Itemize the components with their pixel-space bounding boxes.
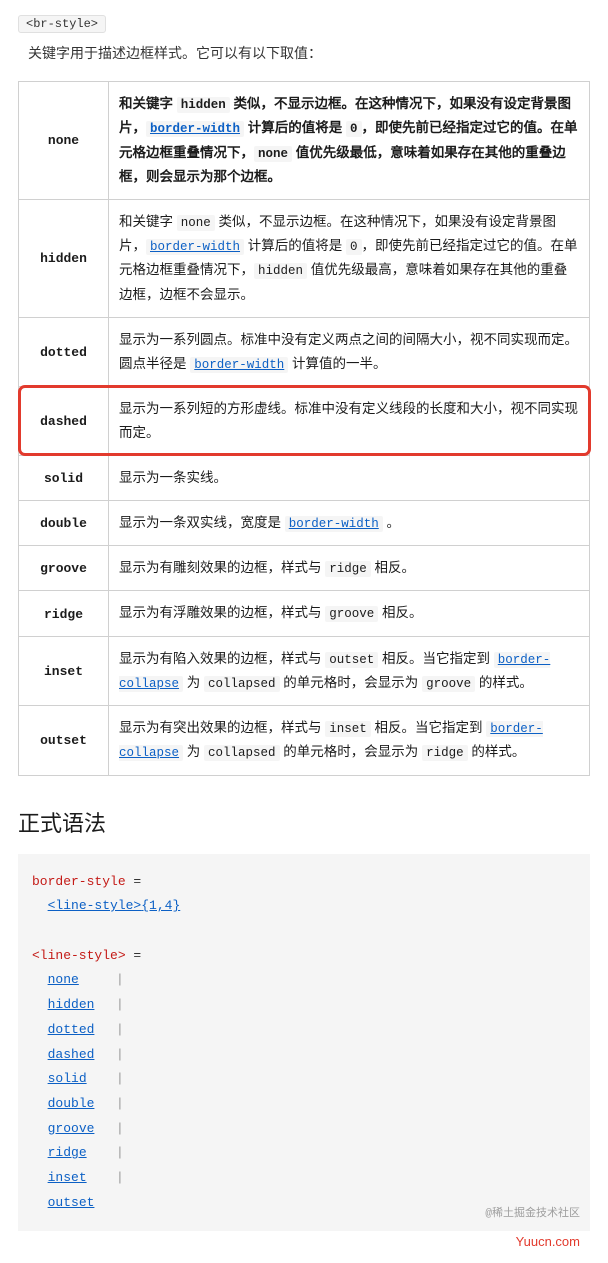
- watermark: Yuucn.com: [516, 1234, 580, 1249]
- value-description: 显示为有突出效果的边框，样式与 inset 相反。当它指定到 border-co…: [109, 706, 590, 776]
- table-row: dotted显示为一系列圆点。标准中没有定义两点之间的间隔大小，视不同实现而定。…: [19, 317, 590, 386]
- value-key: groove: [19, 546, 109, 591]
- pipe-icon: |: [116, 972, 124, 987]
- table-row: dashed显示为一系列短的方形虚线。标准中没有定义线段的长度和大小，视不同实现…: [19, 386, 590, 455]
- table-row: ridge显示为有浮雕效果的边框，样式与 groove 相反。: [19, 591, 590, 636]
- table-row: hidden和关键字 none 类似，不显示边框。在这种情况下，如果没有设定背景…: [19, 199, 590, 317]
- syntax-option[interactable]: groove: [48, 1121, 95, 1136]
- syntax-option[interactable]: ridge: [48, 1145, 87, 1160]
- table-row: outset显示为有突出效果的边框，样式与 inset 相反。当它指定到 bor…: [19, 706, 590, 776]
- description-text: 关键字用于描述边框样式。它可以有以下取值：: [28, 43, 590, 63]
- value-key: double: [19, 500, 109, 545]
- value-key: ridge: [19, 591, 109, 636]
- value-key: dotted: [19, 317, 109, 386]
- values-table: none和关键字 hidden 类似，不显示边框。在这种情况下，如果没有设定背景…: [18, 81, 590, 776]
- pipe-icon: |: [116, 1071, 124, 1086]
- syntax-link[interactable]: <line-style>: [48, 898, 142, 913]
- value-key: none: [19, 82, 109, 200]
- table-row: solid显示为一条实线。: [19, 455, 590, 500]
- syntax-option[interactable]: solid: [48, 1071, 87, 1086]
- doc-link[interactable]: border-width: [146, 121, 244, 137]
- value-description: 显示为一条双实线，宽度是 border-width 。: [109, 500, 590, 545]
- value-description: 和关键字 hidden 类似，不显示边框。在这种情况下，如果没有设定背景图片，b…: [109, 82, 590, 200]
- syntax-option[interactable]: inset: [48, 1170, 87, 1185]
- value-description: 显示为一条实线。: [109, 455, 590, 500]
- pipe-icon: |: [116, 1022, 124, 1037]
- value-key: dashed: [19, 386, 109, 455]
- table-row: groove显示为有雕刻效果的边框，样式与 ridge 相反。: [19, 546, 590, 591]
- syntax-option[interactable]: outset: [48, 1195, 95, 1210]
- doc-link[interactable]: border-width: [285, 516, 383, 532]
- syntax-option[interactable]: dashed: [48, 1047, 95, 1062]
- table-row: inset显示为有陷入效果的边框，样式与 outset 相反。当它指定到 bor…: [19, 636, 590, 706]
- syntax-property: border-style: [32, 874, 126, 889]
- doc-link[interactable]: border-width: [190, 357, 288, 373]
- table-row: double显示为一条双实线，宽度是 border-width 。: [19, 500, 590, 545]
- syntax-option[interactable]: none: [48, 972, 79, 987]
- value-key: solid: [19, 455, 109, 500]
- syntax-option[interactable]: double: [48, 1096, 95, 1111]
- value-description: 显示为一系列短的方形虚线。标准中没有定义线段的长度和大小，视不同实现而定。: [109, 386, 590, 455]
- value-key: hidden: [19, 199, 109, 317]
- value-description: 和关键字 none 类似，不显示边框。在这种情况下，如果没有设定背景图片，bor…: [109, 199, 590, 317]
- syntax-option[interactable]: hidden: [48, 997, 95, 1012]
- syntax-mult[interactable]: {1,4}: [141, 898, 180, 913]
- value-description: 显示为有浮雕效果的边框，样式与 groove 相反。: [109, 591, 590, 636]
- doc-link[interactable]: border-width: [146, 239, 244, 255]
- table-row: none和关键字 hidden 类似，不显示边框。在这种情况下，如果没有设定背景…: [19, 82, 590, 200]
- br-style-tag: <br-style>: [18, 15, 106, 33]
- value-key: inset: [19, 636, 109, 706]
- value-description: 显示为一系列圆点。标准中没有定义两点之间的间隔大小，视不同实现而定。圆点半径是 …: [109, 317, 590, 386]
- pipe-icon: |: [116, 1170, 124, 1185]
- value-key: outset: [19, 706, 109, 776]
- pipe-icon: |: [116, 1121, 124, 1136]
- pipe-icon: |: [116, 1047, 124, 1062]
- pipe-icon: |: [116, 1145, 124, 1160]
- syntax-option[interactable]: dotted: [48, 1022, 95, 1037]
- credit-text: @稀土掘金技术社区: [485, 1204, 580, 1225]
- formal-syntax-heading: 正式语法: [18, 806, 590, 838]
- syntax-code-block: border-style = <line-style>{1,4} <line-s…: [18, 854, 590, 1232]
- pipe-icon: |: [116, 997, 124, 1012]
- value-description: 显示为有陷入效果的边框，样式与 outset 相反。当它指定到 border-c…: [109, 636, 590, 706]
- syntax-property: <line-style>: [32, 948, 126, 963]
- pipe-icon: |: [116, 1096, 124, 1111]
- value-description: 显示为有雕刻效果的边框，样式与 ridge 相反。: [109, 546, 590, 591]
